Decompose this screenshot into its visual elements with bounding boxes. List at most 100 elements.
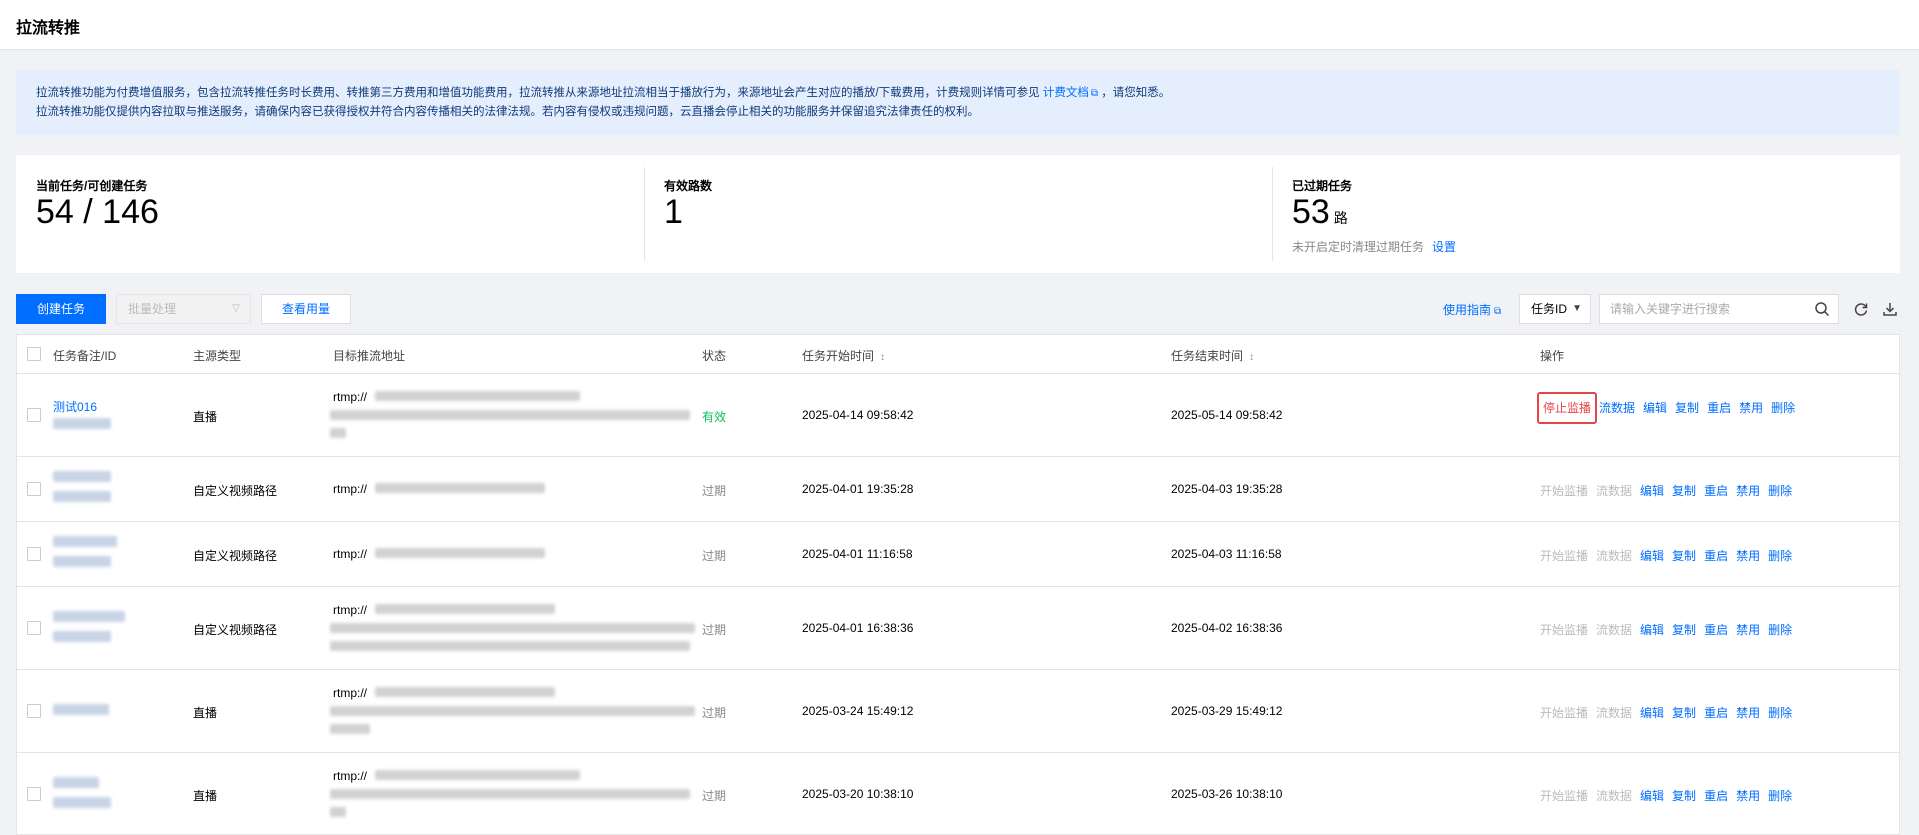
source-type: 自定义视频路径 <box>193 484 278 498</box>
copy-button[interactable]: 复制 <box>1672 706 1696 720</box>
stat-value: 1 <box>664 193 683 231</box>
masked-task-name[interactable] <box>53 704 109 715</box>
end-time: 2025-04-03 11:16:58 <box>1171 547 1282 561</box>
delete-button[interactable]: 删除 <box>1768 789 1792 803</box>
notice-line2: 拉流转推功能仅提供内容拉取与推送服务，请确保内容已获得授权并符合内容传播相关的法… <box>36 106 979 118</box>
restart-button[interactable]: 重启 <box>1704 789 1728 803</box>
stream-data-button[interactable]: 流数据 <box>1596 789 1632 803</box>
start-monitor-button[interactable]: 开始监播 <box>1540 789 1588 803</box>
chevron-down-icon: ▽ <box>232 303 240 314</box>
masked-task-name[interactable] <box>53 777 99 788</box>
row-actions: 开始监播 流数据 编辑 复制 重启 禁用 删除 <box>1540 787 1800 804</box>
disable-button[interactable]: 禁用 <box>1736 484 1760 498</box>
stream-data-button[interactable]: 流数据 <box>1596 706 1632 720</box>
stat-expired-tasks: 已过期任务 53 路 未开启定时清理过期任务 设置 <box>1272 155 1900 273</box>
edit-button[interactable]: 编辑 <box>1643 401 1667 415</box>
start-monitor-button[interactable]: 开始监播 <box>1540 706 1588 720</box>
masked-url <box>330 641 690 651</box>
masked-task-name[interactable] <box>53 536 117 547</box>
stream-data-button[interactable]: 流数据 <box>1596 623 1632 637</box>
edit-button[interactable]: 编辑 <box>1640 623 1664 637</box>
stat-label: 有效路数 <box>664 179 713 193</box>
batch-action-select[interactable]: 批量处理 ▽ <box>116 294 251 324</box>
table-row: 直播 rtmp:// 过期 2025-03-20 10:38:10 2025-0… <box>17 753 1899 834</box>
disable-button[interactable]: 禁用 <box>1736 549 1760 563</box>
copy-button[interactable]: 复制 <box>1672 549 1696 563</box>
restart-button[interactable]: 重启 <box>1704 549 1728 563</box>
stop-monitor-button[interactable]: 停止监播 <box>1537 392 1598 424</box>
masked-url <box>375 604 555 614</box>
toolbar: 创建任务 批量处理 ▽ 查看用量 使用指南 ⧉ 任务ID ▼ <box>16 294 1900 324</box>
end-time: 2025-04-03 19:35:28 <box>1171 482 1283 496</box>
billing-doc-link[interactable]: 计费文档 <box>1043 87 1089 99</box>
copy-button[interactable]: 复制 <box>1672 623 1696 637</box>
masked-task-name[interactable] <box>53 471 111 482</box>
row-checkbox[interactable] <box>27 787 41 801</box>
task-name-link[interactable]: 测试016 <box>53 398 97 415</box>
edit-button[interactable]: 编辑 <box>1640 484 1664 498</box>
select-all-checkbox[interactable] <box>27 347 41 361</box>
start-time: 2025-04-14 09:58:42 <box>802 408 914 422</box>
settings-link[interactable]: 设置 <box>1432 240 1456 254</box>
masked-url <box>330 706 695 716</box>
masked-task-name[interactable] <box>53 611 125 622</box>
row-checkbox[interactable] <box>27 408 41 422</box>
edit-button[interactable]: 编辑 <box>1640 549 1664 563</box>
restart-button[interactable]: 重启 <box>1704 484 1728 498</box>
header-end-time[interactable]: 任务结束时间 ↕ <box>1171 347 1254 364</box>
delete-button[interactable]: 删除 <box>1771 401 1795 415</box>
header-ops: 操作 <box>1540 349 1565 363</box>
copy-button[interactable]: 复制 <box>1672 484 1696 498</box>
masked-url <box>375 770 580 780</box>
delete-button[interactable]: 删除 <box>1768 706 1792 720</box>
restart-button[interactable]: 重启 <box>1704 623 1728 637</box>
masked-url <box>330 410 690 420</box>
stream-data-button[interactable]: 流数据 <box>1596 484 1632 498</box>
delete-button[interactable]: 删除 <box>1768 549 1792 563</box>
page-title: 拉流转推 <box>16 20 81 37</box>
start-monitor-button[interactable]: 开始监播 <box>1540 484 1588 498</box>
disable-button[interactable]: 禁用 <box>1739 401 1763 415</box>
stream-data-button[interactable]: 流数据 <box>1596 549 1632 563</box>
create-task-button[interactable]: 创建任务 <box>16 294 106 324</box>
download-icon[interactable] <box>1882 301 1898 317</box>
user-guide-link[interactable]: 使用指南 ⧉ <box>1443 301 1501 318</box>
start-time: 2025-04-01 11:16:58 <box>802 547 913 561</box>
search-field-select[interactable]: 任务ID ▼ <box>1519 294 1591 324</box>
view-usage-button[interactable]: 查看用量 <box>261 294 351 324</box>
delete-button[interactable]: 删除 <box>1768 484 1792 498</box>
edit-button[interactable]: 编辑 <box>1640 789 1664 803</box>
row-checkbox[interactable] <box>27 621 41 635</box>
row-checkbox[interactable] <box>27 704 41 718</box>
table-row: 自定义视频路径 rtmp:// 过期 2025-04-01 16:38:36 2… <box>17 587 1899 670</box>
disable-button[interactable]: 禁用 <box>1736 789 1760 803</box>
copy-button[interactable]: 复制 <box>1672 789 1696 803</box>
masked-url <box>330 807 346 817</box>
row-actions: 开始监播 流数据 编辑 复制 重启 禁用 删除 <box>1540 547 1800 564</box>
masked-url <box>375 548 545 558</box>
delete-button[interactable]: 删除 <box>1768 623 1792 637</box>
edit-button[interactable]: 编辑 <box>1640 706 1664 720</box>
row-checkbox[interactable] <box>27 482 41 496</box>
stream-data-button[interactable]: 流数据 <box>1599 401 1635 415</box>
user-guide-label: 使用指南 <box>1443 303 1492 317</box>
end-time: 2025-04-02 16:38:36 <box>1171 621 1283 635</box>
restart-button[interactable]: 重启 <box>1707 401 1731 415</box>
status-badge: 有效 <box>702 410 727 424</box>
target-prefix: rtmp:// <box>333 547 368 561</box>
search-input[interactable] <box>1600 295 1800 323</box>
row-actions: 停止监播 流数据 编辑 复制 重启 禁用 删除 <box>1537 392 1803 424</box>
target-prefix: rtmp:// <box>333 482 368 496</box>
start-monitor-button[interactable]: 开始监播 <box>1540 549 1588 563</box>
row-actions: 开始监播 流数据 编辑 复制 重启 禁用 删除 <box>1540 482 1800 499</box>
copy-button[interactable]: 复制 <box>1675 401 1699 415</box>
header-target: 目标推流地址 <box>333 349 406 363</box>
disable-button[interactable]: 禁用 <box>1736 706 1760 720</box>
row-checkbox[interactable] <box>27 547 41 561</box>
header-start-time[interactable]: 任务开始时间 ↕ <box>802 347 885 364</box>
disable-button[interactable]: 禁用 <box>1736 623 1760 637</box>
start-monitor-button[interactable]: 开始监播 <box>1540 623 1588 637</box>
refresh-icon[interactable] <box>1853 301 1869 317</box>
search-icon[interactable] <box>1814 301 1830 317</box>
restart-button[interactable]: 重启 <box>1704 706 1728 720</box>
